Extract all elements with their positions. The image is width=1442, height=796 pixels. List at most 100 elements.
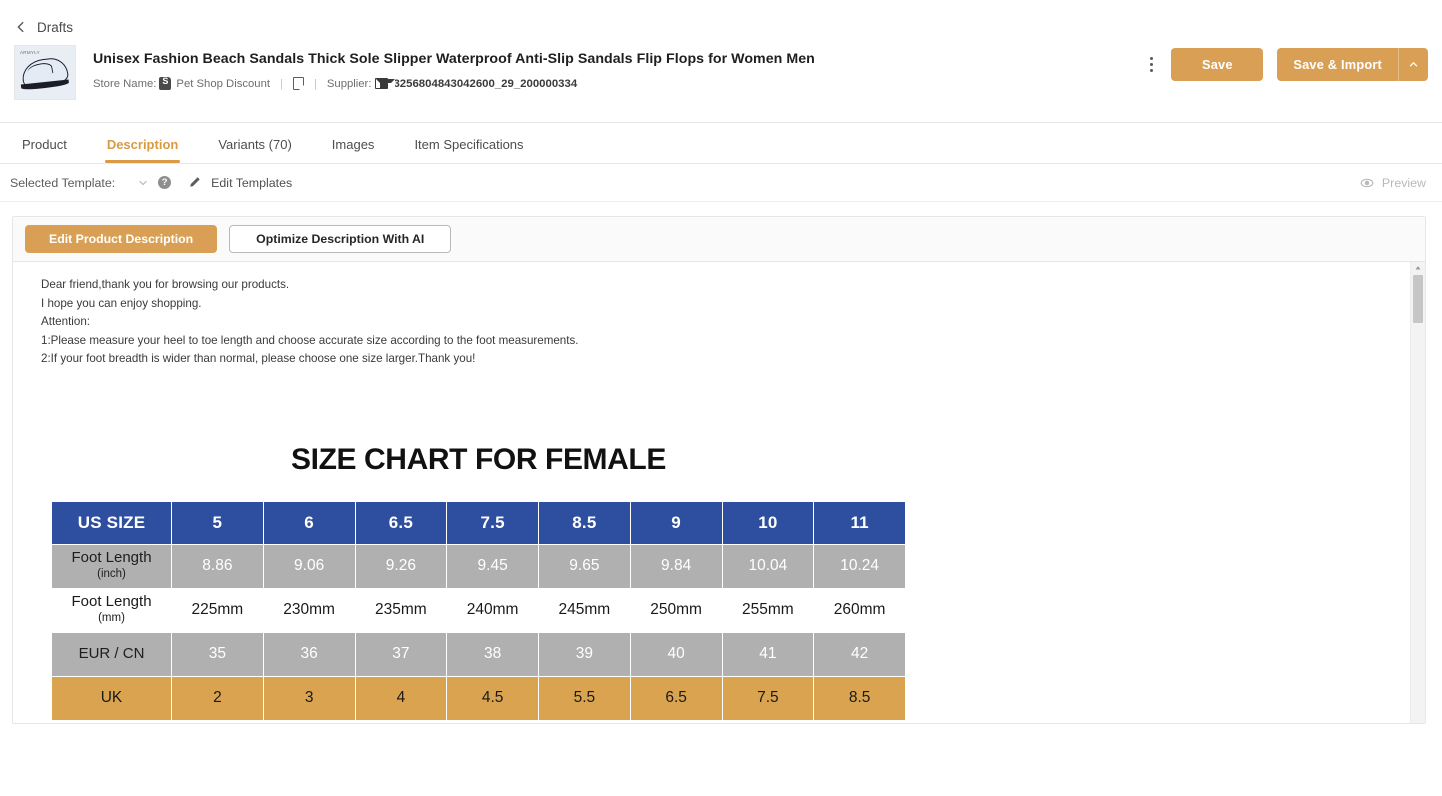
row-label-text: Foot Length: [71, 593, 152, 610]
kebab-dot: [1149, 57, 1153, 60]
save-and-import-button[interactable]: Save & Import: [1277, 48, 1398, 81]
table-cell: 9.06: [262, 543, 356, 589]
breadcrumb[interactable]: Drafts: [0, 0, 1442, 40]
table-cell: 10: [721, 500, 815, 545]
optimize-description-with-ai-button[interactable]: Optimize Description With AI: [229, 225, 452, 253]
more-vertical-icon[interactable]: [1138, 50, 1164, 80]
tab-images[interactable]: Images: [332, 137, 375, 163]
thumbnail-brand-text: ARMYLY: [20, 50, 40, 55]
table-cell: 10.24: [813, 543, 906, 589]
product-meta: Unisex Fashion Beach Sandals Thick Sole …: [93, 45, 815, 90]
table-cell: 230mm: [262, 587, 356, 633]
product-subline: Store Name: Pet Shop Discount | | Suppli…: [93, 76, 815, 90]
row-label: EUR / CN: [51, 631, 172, 677]
table-cell: 235mm: [354, 587, 448, 633]
table-cell: 10.04: [721, 543, 815, 589]
description-text-block: Dear friend,thank you for browsing our p…: [13, 276, 1425, 369]
save-button[interactable]: Save: [1171, 48, 1264, 81]
table-cell: 4: [354, 675, 448, 721]
table-cell: 8.5: [813, 675, 906, 721]
tab-item-specifications[interactable]: Item Specifications: [414, 137, 523, 163]
preview-label: Preview: [1381, 175, 1426, 190]
separator-2: |: [313, 77, 317, 90]
chevron-down-icon[interactable]: [137, 177, 149, 189]
table-cell: 9.65: [538, 543, 631, 589]
table-cell: 5.5: [538, 675, 631, 721]
scrollbar-thumb[interactable]: [1413, 275, 1423, 323]
table-cell: 38: [446, 631, 539, 677]
table-cell: 6.5: [354, 500, 448, 545]
preview-button[interactable]: Preview: [1360, 176, 1426, 190]
description-line: 1:Please measure your heel to toe length…: [41, 333, 579, 347]
table-cell: 6.5: [629, 675, 723, 721]
table-cell: 40: [629, 631, 723, 677]
row-label-text: Foot Length: [71, 549, 152, 566]
kebab-dot: [1149, 63, 1153, 66]
row-label: Foot Length (mm): [51, 587, 172, 633]
row-label: UK: [51, 675, 172, 721]
store-name-value: Pet Shop Discount: [176, 77, 270, 90]
tab-product[interactable]: Product: [22, 137, 67, 163]
table-cell: 8.5: [538, 500, 631, 545]
table-cell: 4.5: [446, 675, 539, 721]
row-label: US SIZE: [51, 500, 172, 545]
table-cell: 260mm: [813, 587, 906, 633]
tab-variants[interactable]: Variants (70): [218, 137, 291, 163]
table-cell: 7.5: [721, 675, 815, 721]
description-panel: Edit Product Description Optimize Descri…: [12, 216, 1426, 724]
vertical-scrollbar[interactable]: [1410, 262, 1425, 723]
row-label-unit: (mm): [98, 612, 125, 624]
table-cell: 9: [629, 500, 723, 545]
table-cell: 5: [171, 500, 264, 545]
breadcrumb-label[interactable]: Drafts: [37, 20, 73, 35]
store-name-label: Store Name:: [93, 77, 157, 90]
supplier-icon: [375, 78, 396, 89]
description-line: Dear friend,thank you for browsing our p…: [41, 278, 290, 291]
eye-icon: [1360, 176, 1374, 190]
size-chart-title: SIZE CHART FOR FEMALE: [291, 442, 666, 476]
row-label: Foot Length (inch): [51, 543, 172, 589]
description-line: 2:If your foot breadth is wider than nor…: [41, 352, 476, 365]
product-header: ARMYLY Unisex Fashion Beach Sandals Thic…: [0, 40, 1442, 112]
description-line: Attention:: [41, 315, 90, 328]
table-cell: 255mm: [721, 587, 815, 633]
chevron-up-icon[interactable]: [1398, 48, 1428, 81]
separator-1: |: [280, 77, 283, 90]
edit-product-description-button[interactable]: Edit Product Description: [25, 225, 218, 253]
shopify-icon: [159, 76, 172, 90]
table-cell: 11: [813, 500, 906, 545]
table-cell: 39: [538, 631, 631, 677]
table-cell: 36: [262, 631, 356, 677]
save-import-group: Save & Import: [1277, 48, 1428, 81]
table-cell: 2: [171, 675, 264, 721]
description-content: Dear friend,thank you for browsing our p…: [13, 262, 1425, 723]
table-cell: 8.86: [171, 543, 264, 589]
table-cell: 7.5: [446, 500, 539, 545]
edit-templates-link[interactable]: Edit Templates: [211, 176, 292, 190]
note-icon[interactable]: [292, 77, 304, 90]
table-row: UK 2 3 4 4.5 5.5 6.5 7.5 8.5: [51, 675, 906, 721]
row-label-unit: (inch): [97, 568, 126, 580]
description-line: I hope you can enjoy shopping.: [41, 296, 202, 310]
pencil-icon[interactable]: [188, 176, 201, 189]
table-cell: 37: [354, 631, 448, 677]
table-row: EUR / CN 35 36 37 38 39 40 41 42: [51, 631, 906, 677]
table-cell: 9.45: [446, 543, 539, 589]
caret-up-icon[interactable]: [1411, 262, 1425, 274]
product-thumbnail[interactable]: ARMYLY: [14, 45, 76, 100]
table-cell: 245mm: [538, 587, 631, 633]
table-cell: 6: [262, 500, 356, 545]
table-row: Foot Length (inch) 8.86 9.06 9.26 9.45 9…: [51, 543, 906, 589]
panel-toolbar: Edit Product Description Optimize Descri…: [13, 217, 1425, 262]
table-cell: 225mm: [171, 587, 264, 633]
table-cell: 35: [171, 631, 264, 677]
tab-description[interactable]: Description: [104, 137, 180, 163]
template-row: Selected Template: ? Edit Templates Prev…: [0, 164, 1442, 202]
table-cell: 9.26: [354, 543, 448, 589]
supplier-label: Supplier:: [326, 77, 372, 90]
selected-template-label: Selected Template:: [10, 175, 116, 190]
chevron-left-icon[interactable]: [14, 20, 28, 34]
header-actions: Save Save & Import: [1138, 48, 1428, 81]
size-chart-section: SIZE CHART FOR FEMALE US SIZE 5 6 6.5 7.…: [13, 443, 1425, 721]
question-mark-icon[interactable]: ?: [158, 176, 172, 189]
